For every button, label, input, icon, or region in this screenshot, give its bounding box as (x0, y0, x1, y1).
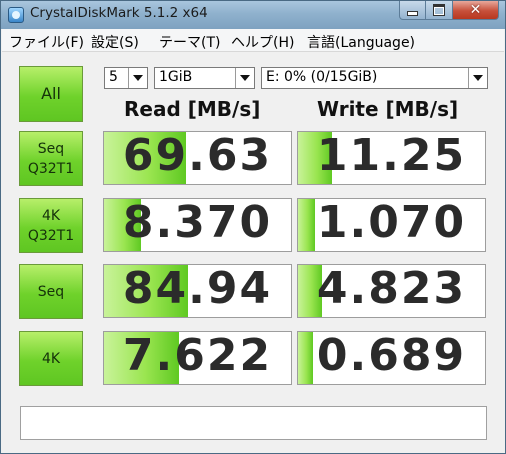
crystaldiskmark-app-icon (8, 7, 24, 23)
all-button[interactable]: All (19, 66, 83, 122)
test-count-value: 5 (109, 69, 118, 85)
write-value: 1.070 (316, 198, 467, 248)
window-controls: ✕ (399, 1, 499, 21)
read-header: Read [MB/s] (124, 97, 261, 121)
read-value: 69.63 (122, 131, 273, 181)
seq-q32t1-label: Seq Q32T1 (27, 140, 75, 177)
write-header: Write [MB/s] (317, 97, 459, 121)
4k-q32t1-button[interactable]: 4K Q32T1 (19, 198, 83, 253)
test-count-select[interactable]: 5 (104, 67, 148, 89)
drive-value: E: 0% (0/15GiB) (266, 69, 378, 85)
4k-q32t1-label: 4K Q32T1 (27, 207, 75, 244)
menu-language[interactable]: 言語(Language) (307, 32, 415, 52)
close-icon: ✕ (469, 2, 482, 18)
minimize-button[interactable] (399, 1, 426, 20)
read-result-4k-q32t1: 8.370 (103, 198, 292, 252)
menu-help[interactable]: ヘルプ(H) (231, 32, 294, 52)
title-bar[interactable]: CrystalDiskMark 5.1.2 x64 ✕ (1, 1, 505, 29)
seq-button[interactable]: Seq (19, 264, 83, 319)
seq-q32t1-button[interactable]: Seq Q32T1 (19, 131, 83, 186)
write-result-4k-q32t1: 1.070 (297, 198, 486, 252)
maximize-icon (433, 4, 445, 16)
4k-button[interactable]: 4K (19, 331, 83, 386)
all-button-label: All (41, 84, 61, 103)
4k-label: 4K (41, 350, 61, 367)
menu-bar: ファイル(F) 設定(S) テーマ(T) ヘルプ(H) 言語(Language) (2, 29, 504, 52)
write-result-4k: 0.689 (297, 331, 486, 385)
read-value: 84.94 (122, 264, 273, 314)
menu-settings[interactable]: 設定(S) (91, 32, 139, 52)
read-value: 8.370 (122, 198, 273, 248)
read-result-4k: 7.622 (103, 331, 292, 385)
app-window: CrystalDiskMark 5.1.2 x64 ✕ ファイル(F) 設定(S… (0, 0, 506, 454)
chevron-down-icon[interactable] (128, 68, 147, 88)
read-result-seq: 84.94 (103, 264, 292, 318)
write-value: 0.689 (316, 331, 467, 381)
comment-input[interactable] (20, 406, 487, 440)
write-result-seq: 4.823 (297, 264, 486, 318)
close-button[interactable]: ✕ (453, 1, 499, 20)
test-size-value: 1GiB (159, 69, 193, 85)
minimize-icon (407, 10, 418, 16)
drive-select[interactable]: E: 0% (0/15GiB) (261, 67, 488, 89)
menu-theme[interactable]: テーマ(T) (159, 32, 220, 52)
chevron-down-icon[interactable] (235, 68, 254, 88)
menu-file[interactable]: ファイル(F) (9, 32, 84, 52)
write-result-seq-q32t1: 11.25 (297, 131, 486, 185)
read-value: 7.622 (122, 331, 273, 381)
window-title: CrystalDiskMark 5.1.2 x64 (30, 5, 208, 21)
chevron-down-icon[interactable] (468, 68, 487, 88)
maximize-button[interactable] (426, 1, 453, 20)
test-size-select[interactable]: 1GiB (154, 67, 255, 89)
write-value: 11.25 (316, 131, 467, 181)
read-result-seq-q32t1: 69.63 (103, 131, 292, 185)
write-value: 4.823 (316, 264, 467, 314)
seq-label: Seq (37, 283, 65, 300)
